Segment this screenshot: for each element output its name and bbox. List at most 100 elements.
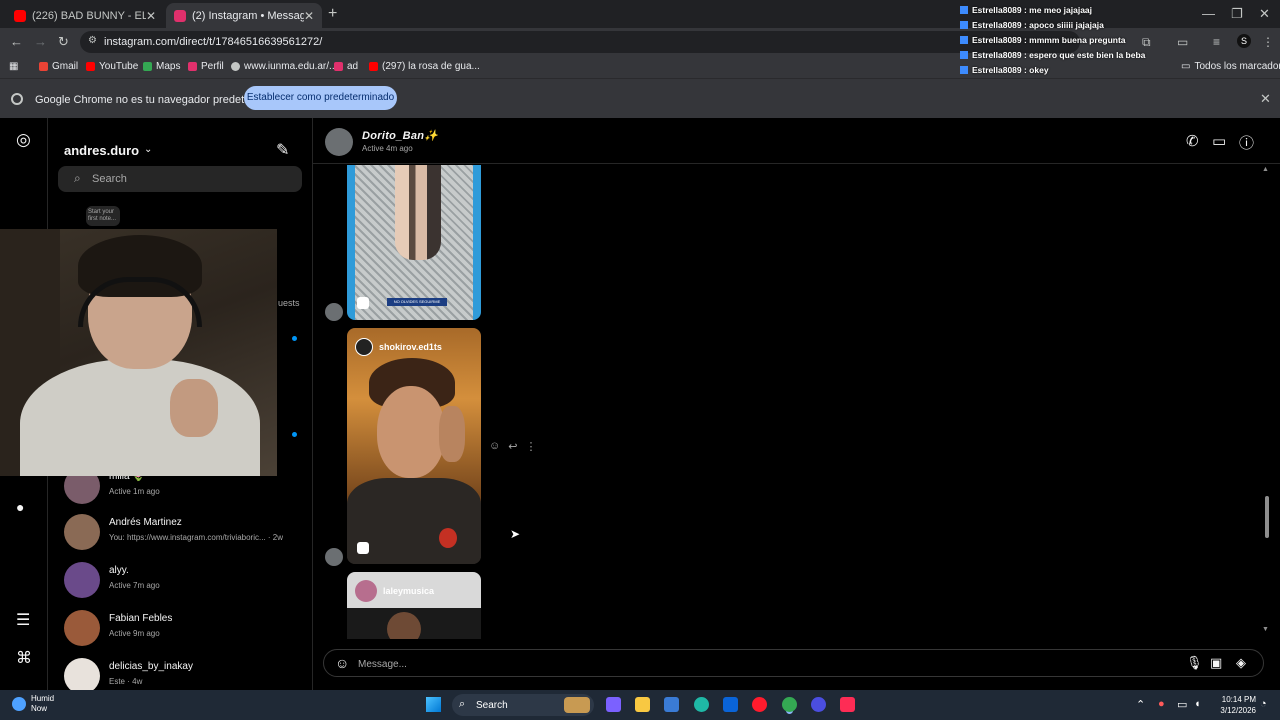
image-upload-icon[interactable]: ▣ [1210, 655, 1222, 671]
chevron-down-icon[interactable]: ⌄ [144, 144, 152, 155]
instagram-icon [188, 62, 197, 71]
message-input[interactable] [358, 656, 1118, 672]
scroll-down-icon[interactable]: ▼ [1262, 626, 1269, 633]
notification-bell-icon[interactable]: ◔ [1260, 698, 1267, 710]
chat-platform-icon [960, 35, 968, 44]
site-info-icon[interactable]: ⚙ [88, 35, 97, 46]
info-icon[interactable]: ⓘ [1239, 132, 1254, 153]
microphone-icon[interactable]: ● [1158, 698, 1165, 710]
set-default-browser-button[interactable]: Establecer como predeterminado [244, 86, 397, 110]
note-bubble[interactable]: Start your first note... [86, 206, 120, 226]
avatar [325, 548, 343, 566]
phone-call-icon[interactable]: ✆ [1186, 132, 1199, 150]
chrome-icon[interactable] [782, 697, 797, 712]
chat-contact-name[interactable]: Dorito_Ban✨ [362, 129, 438, 142]
weather-widget[interactable]: Humid Now [12, 694, 54, 714]
reel-play-icon [357, 297, 369, 309]
stream-chat-overlay: Estrella8089 : me meo jajajaaj Estrella8… [960, 2, 1150, 77]
bookmark-ad[interactable]: ad [334, 61, 358, 72]
react-emoji-icon[interactable]: ☺ [489, 440, 500, 453]
reload-icon[interactable]: ↻ [58, 34, 69, 50]
search-highlight-icon [564, 697, 590, 713]
shared-reel[interactable]: laleymusica [347, 572, 481, 639]
new-tab-button[interactable]: + [328, 5, 337, 23]
instagram-logo-icon[interactable]: ◎ [16, 130, 31, 150]
conversation-status: Active 1m ago [109, 487, 160, 496]
shared-reel[interactable]: NO OLVIDES SEGUIRME [347, 165, 481, 320]
bookmark-gmail[interactable]: Gmail [39, 61, 78, 72]
maximize-icon[interactable]: ❐ [1231, 6, 1243, 22]
emoji-icon[interactable]: ☺ [335, 655, 349, 671]
apps-grid-icon[interactable]: ▦ [9, 61, 18, 72]
minimize-icon[interactable]: — [1202, 6, 1215, 21]
chat-platform-icon [960, 65, 968, 74]
scrollbar-thumb[interactable] [1265, 496, 1269, 538]
bookmark-maps[interactable]: Maps [143, 61, 180, 72]
conversation-status: You: https://www.instagram.com/triviabor… [109, 533, 283, 542]
edge-icon[interactable] [694, 697, 709, 712]
store-icon[interactable] [664, 697, 679, 712]
club-crest-icon [439, 528, 457, 548]
bookmark-youtube[interactable]: YouTube [86, 61, 138, 72]
search-input[interactable]: ⌕ Search [58, 166, 302, 192]
windows-start-icon[interactable] [426, 697, 441, 712]
default-browser-infobar: Google Chrome no es tu navegador predete… [0, 78, 1280, 118]
sticker-icon[interactable]: ◈ [1236, 655, 1246, 671]
shared-reel[interactable]: shokirov.ed1ts [347, 328, 481, 564]
microphone-icon[interactable]: 🎙 [1186, 655, 1203, 671]
taskbar-search[interactable]: ⌕ Search [452, 694, 594, 716]
volume-icon[interactable]: ◖ [1194, 698, 1201, 710]
mail-icon[interactable] [723, 697, 738, 712]
new-message-icon[interactable]: ✎ [276, 140, 289, 160]
reply-icon[interactable]: ↩ [508, 440, 517, 453]
tray-chevron-icon[interactable]: ⌃ [1136, 698, 1145, 711]
app-purple-icon[interactable] [811, 697, 826, 712]
close-tab-icon[interactable]: ✕ [304, 9, 314, 23]
copilot-icon[interactable] [606, 697, 621, 712]
conversation-item[interactable]: alyy. Active 7m ago [64, 558, 304, 602]
avatar [64, 658, 100, 694]
scroll-up-icon[interactable]: ▲ [1262, 166, 1269, 173]
bookmarks-folder[interactable]: ▭Todos los marcadores [1181, 61, 1280, 72]
reel-caption: NO OLVIDES SEGUIRME [387, 298, 447, 306]
tab-instagram[interactable]: (2) Instagram • Messages ✕ [166, 3, 322, 28]
media-icon[interactable]: ≡ [1213, 35, 1220, 49]
url-bar[interactable]: ⚙ instagram.com/direct/t/178465166395612… [80, 31, 1080, 53]
taskbar-clock[interactable]: 10:14 PM 3/12/2026 [1212, 694, 1256, 716]
menu-hamburger-icon[interactable]: ☰ [16, 610, 30, 630]
requests-link[interactable]: uests [278, 298, 300, 308]
video-call-icon[interactable]: ▭ [1212, 132, 1226, 150]
bookmark-iunma[interactable]: www.iunma.edu.ar/... [231, 61, 337, 72]
bookmark-la-rosa[interactable]: (297) la rosa de gua... [369, 61, 480, 72]
message-composer: ☺ 🎙 ▣ ◈ [323, 649, 1264, 677]
avatar[interactable] [325, 128, 353, 156]
file-explorer-icon[interactable] [635, 697, 650, 712]
chat-contact-status: Active 4m ago [362, 144, 413, 153]
close-tab-icon[interactable]: ✕ [146, 9, 156, 23]
opera-icon[interactable] [752, 697, 767, 712]
profile-icon[interactable]: ● [16, 499, 24, 515]
close-window-icon[interactable]: ✕ [1259, 6, 1270, 22]
tiktok-icon[interactable] [840, 697, 855, 712]
chat-platform-icon [960, 50, 968, 59]
threads-icon[interactable]: ⌘ [16, 648, 32, 668]
conversation-status: Active 9m ago [109, 629, 160, 638]
search-icon: ⌕ [459, 698, 466, 710]
reel-thumbnail [377, 386, 445, 478]
forward-icon[interactable]: → [34, 34, 47, 49]
conversation-item[interactable]: Fabian Febles Active 9m ago [64, 606, 304, 650]
more-options-icon[interactable]: ⋮ [525, 440, 536, 453]
conversation-name: Andrés Martinez [109, 517, 182, 528]
profile-avatar[interactable]: S [1237, 34, 1251, 48]
network-icon[interactable]: ▭ [1177, 698, 1187, 711]
back-icon[interactable]: ← [10, 34, 23, 49]
bookmark-perfil[interactable]: Perfil [188, 61, 224, 72]
close-infobar-icon[interactable]: ✕ [1260, 91, 1271, 107]
conversation-item[interactable]: Andrés Martinez You: https://www.instagr… [64, 510, 304, 554]
account-username[interactable]: andres.duro [64, 143, 139, 158]
cast-icon[interactable]: ▭ [1177, 35, 1188, 49]
menu-kebab-icon[interactable]: ⋮ [1262, 35, 1274, 49]
reel-thumbnail [387, 612, 421, 639]
tab-title: (2) Instagram • Messages [192, 9, 304, 22]
tab-youtube[interactable]: (226) BAD BUNNY - EL CLúB (V ✕ [6, 3, 164, 28]
